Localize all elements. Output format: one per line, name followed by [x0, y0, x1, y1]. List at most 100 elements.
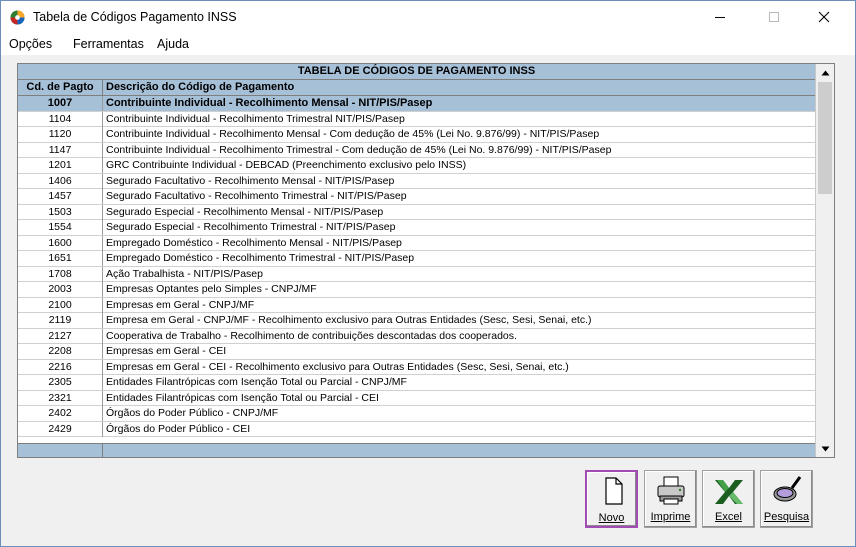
cell-code: 1503	[18, 204, 103, 220]
table-row[interactable]: 1147 Contribuinte Individual - Recolhimen…	[18, 142, 815, 158]
table-row[interactable]: 1457 Segurado Facultativo - Recolhimento …	[18, 189, 815, 205]
novo-button[interactable]: Novo	[585, 470, 638, 528]
table-row[interactable]: 2429 Órgãos do Poder Público - CEI	[18, 421, 815, 437]
document-icon	[605, 477, 623, 505]
cell-code: 2429	[18, 421, 103, 437]
content-area: TABELA DE CÓDIGOS DE PAGAMENTO INSS Cd. …	[1, 55, 855, 546]
cell-code: 2100	[18, 297, 103, 313]
novo-label: Novo	[598, 512, 625, 524]
table-row[interactable]: 1651 Empregado Doméstico - Recolhimento T…	[18, 251, 815, 267]
column-header-description[interactable]: Descrição do Código de Pagamento	[106, 80, 294, 95]
cell-code: 1406	[18, 173, 103, 189]
cell-description: Contribuinte Individual - Recolhimento T…	[106, 143, 612, 156]
excel-icon	[715, 480, 743, 504]
table-row[interactable]: 1201 GRC Contribuinte Individual - DEBCAD…	[18, 158, 815, 174]
maximize-icon	[769, 12, 779, 22]
table-row[interactable]: 1406 Segurado Facultativo - Recolhimento …	[18, 173, 815, 189]
excel-label: Excel	[715, 511, 742, 523]
menu-ferramentas[interactable]: Ferramentas	[73, 37, 144, 51]
cell-description: Ação Trabalhista - NIT/PIS/Pasep	[106, 267, 263, 280]
cell-description: Empregado Doméstico - Recolhimento Mensa…	[106, 236, 402, 249]
table-row[interactable]: 2321 Entidades Filantrópicas com Isenção …	[18, 390, 815, 406]
table-row[interactable]: 2216 Empresas em Geral - CEI - Recolhimen…	[18, 359, 815, 375]
vertical-scrollbar[interactable]	[815, 64, 834, 457]
table-row[interactable]: 1554 Segurado Especial - Recolhimento Tri…	[18, 220, 815, 236]
cell-description: Segurado Facultativo - Recolhimento Mens…	[106, 174, 395, 187]
imprime-label: Imprime	[650, 511, 691, 523]
scroll-thumb[interactable]	[818, 82, 832, 194]
cell-code: 1201	[18, 158, 103, 173]
table-row[interactable]: 1007 Contribuinte Individual - Recolhimen…	[18, 96, 815, 112]
column-header-code[interactable]: Cd. de Pagto	[18, 80, 103, 95]
table-row[interactable]: 1600 Empregado Doméstico - Recolhimento M…	[18, 235, 815, 251]
table-area: TABELA DE CÓDIGOS DE PAGAMENTO INSS Cd. …	[18, 64, 815, 457]
footer-cell	[18, 444, 103, 457]
cell-description: Empresas Optantes pelo Simples - CNPJ/MF	[106, 283, 317, 295]
cell-description: Cooperativa de Trabalho - Recolhimento d…	[106, 329, 517, 342]
cell-code: 2003	[18, 282, 103, 297]
table-row[interactable]: 2305 Entidades Filantrópicas com Isenção …	[18, 375, 815, 391]
cell-description: Contribuinte Individual - Recolhimento M…	[106, 128, 600, 140]
close-icon	[818, 11, 830, 23]
maximize-button[interactable]	[751, 1, 797, 33]
cell-description: Segurado Facultativo - Recolhimento Trim…	[106, 190, 407, 202]
table-row[interactable]: 2119 Empresa em Geral - CNPJ/MF - Recolhi…	[18, 313, 815, 329]
arrow-up-icon	[821, 70, 830, 75]
cell-description: Entidades Filantrópicas com Isenção Tota…	[106, 376, 407, 388]
cell-code: 2208	[18, 344, 103, 359]
column-header-row: Cd. de Pagto Descrição do Código de Paga…	[18, 80, 815, 96]
magnifier-icon	[773, 476, 802, 502]
table-row[interactable]: 2127 Cooperativa de Trabalho - Recolhimen…	[18, 328, 815, 344]
menu-opcoes[interactable]: Opções	[9, 37, 52, 51]
cell-code: 1147	[18, 142, 103, 158]
table-caption: TABELA DE CÓDIGOS DE PAGAMENTO INSS	[18, 64, 815, 80]
menu-bar: Opções Ferramentas Ajuda	[1, 33, 855, 55]
cell-description: Empresas em Geral - CEI	[106, 345, 227, 357]
scroll-down-button[interactable]	[817, 440, 834, 457]
cell-description: Contribuinte Individual - Recolhimento M…	[106, 97, 433, 109]
cell-description: Órgãos do Poder Público - CEI	[106, 422, 251, 435]
window-title: Tabela de Códigos Pagamento INSS	[33, 10, 237, 24]
table-row[interactable]: 1104 Contribuinte Individual - Recolhimen…	[18, 111, 815, 127]
cell-code: 2216	[18, 359, 103, 375]
cell-code: 1120	[18, 127, 103, 142]
menu-ajuda[interactable]: Ajuda	[157, 37, 189, 51]
cell-code: 1600	[18, 235, 103, 251]
table-row[interactable]: 2100 Empresas em Geral - CNPJ/MF	[18, 297, 815, 313]
minimize-icon	[715, 17, 725, 18]
cell-code: 2402	[18, 406, 103, 421]
scroll-up-button[interactable]	[817, 64, 834, 81]
cell-description: Segurado Especial - Recolhimento Trimest…	[106, 221, 396, 233]
cell-description: Segurado Especial - Recolhimento Mensal …	[106, 205, 384, 218]
table-row[interactable]: 2208 Empresas em Geral - CEI	[18, 344, 815, 360]
cell-code: 2127	[18, 328, 103, 344]
cell-description: Empresas em Geral - CNPJ/MF	[106, 298, 255, 311]
app-window: Tabela de Códigos Pagamento INSS Opções …	[0, 0, 856, 547]
close-button[interactable]	[801, 1, 847, 33]
arrow-down-icon	[821, 446, 830, 451]
table-row[interactable]: 1120 Contribuinte Individual - Recolhimen…	[18, 127, 815, 143]
cell-code: 2305	[18, 375, 103, 390]
codes-grid[interactable]: TABELA DE CÓDIGOS DE PAGAMENTO INSS Cd. …	[17, 63, 835, 458]
excel-button[interactable]: Excel	[702, 470, 755, 528]
cell-description: Empresas em Geral - CEI - Recolhimento e…	[106, 360, 569, 373]
cell-description: GRC Contribuinte Individual - DEBCAD (Pr…	[106, 159, 467, 171]
table-row[interactable]: 2402 Órgãos do Poder Público - CNPJ/MF	[18, 406, 815, 422]
table-row[interactable]: 2003 Empresas Optantes pelo Simples - CNP…	[18, 282, 815, 298]
cell-code: 1007	[18, 96, 103, 111]
table-rows: 1007 Contribuinte Individual - Recolhimen…	[18, 96, 815, 437]
table-row[interactable]: 1503 Segurado Especial - Recolhimento Men…	[18, 204, 815, 220]
title-bar[interactable]: Tabela de Códigos Pagamento INSS	[1, 1, 855, 33]
imprime-button[interactable]: Imprime	[644, 470, 697, 528]
minimize-button[interactable]	[697, 1, 743, 33]
cell-description: Empresa em Geral - CNPJ/MF - Recolhiment…	[106, 314, 592, 326]
pesquisa-button[interactable]: Pesquisa	[760, 470, 813, 528]
cell-code: 1651	[18, 251, 103, 266]
table-row[interactable]: 1708 Ação Trabalhista - NIT/PIS/Pasep	[18, 266, 815, 282]
cell-code: 1708	[18, 266, 103, 282]
cell-code: 1554	[18, 220, 103, 235]
cell-description: Contribuinte Individual - Recolhimento T…	[106, 112, 405, 125]
cell-code: 2119	[18, 313, 103, 328]
cell-description: Empregado Doméstico - Recolhimento Trime…	[106, 252, 415, 264]
cell-code: 1104	[18, 111, 103, 127]
